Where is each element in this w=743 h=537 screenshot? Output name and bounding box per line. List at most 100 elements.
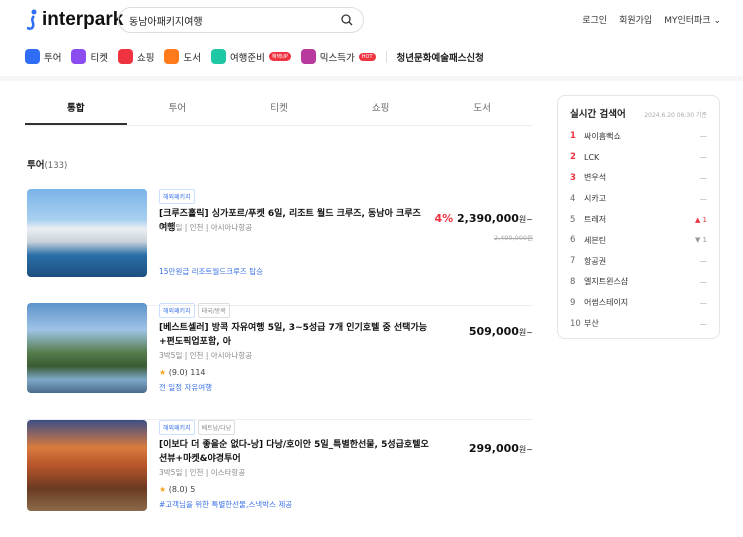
rank-number: 3 <box>570 172 576 183</box>
rank-change: — <box>700 153 707 162</box>
product-meta: 3박5일 | 인천 | 아시아나항공 <box>159 351 253 360</box>
nav-label: 쇼핑 <box>136 52 155 64</box>
rank-number: 1 <box>570 131 576 142</box>
product-meta: 3박5일 | 인천 | 이스타항공 <box>159 468 246 477</box>
book-icon <box>164 49 180 64</box>
login-link[interactable]: 로그인 <box>582 13 607 26</box>
rank-number: 6 <box>570 235 576 246</box>
panel-title: 실시간 검색어 <box>570 109 626 120</box>
search-term: 어썸스테이지 <box>584 298 629 308</box>
nav-label: 티켓 <box>90 52 108 64</box>
logo-icon <box>26 9 37 31</box>
product-image[interactable] <box>27 189 147 277</box>
hot-badge: HOT <box>358 52 376 61</box>
shopping-bag-icon <box>117 49 133 64</box>
tab-books[interactable]: 도서 <box>431 100 533 125</box>
ranking-item[interactable]: 10 부산 — <box>570 313 707 334</box>
price-value: 2,390,000 <box>456 212 519 225</box>
rating: ★ (9.0) 114 <box>159 368 206 377</box>
rank-change: — <box>700 319 707 328</box>
section-count: (133) <box>44 161 68 171</box>
nav-label: 도서 <box>183 52 201 64</box>
rank-change: — <box>700 298 707 307</box>
nav-ticket[interactable]: 티켓 <box>71 49 108 64</box>
search-box[interactable] <box>118 7 364 33</box>
price-value: 299,000 <box>468 442 519 455</box>
chevron-down-icon: ⌄ <box>713 16 721 26</box>
promo-text: #고객님을 위한 특별한선물,스낵박스 제공 <box>159 500 293 509</box>
rank-change: — <box>700 173 707 182</box>
section-title: 투어(133) <box>27 157 67 171</box>
promo-text: 15만원급 리조트월드크루즈 탑승 <box>159 267 264 276</box>
ranking-item[interactable]: 7 항공권 — <box>570 251 707 272</box>
product-image[interactable] <box>27 420 147 511</box>
signup-link[interactable]: 회원가입 <box>619 13 652 26</box>
category-tag: 해외패키지 <box>159 420 195 435</box>
rank-number: 7 <box>570 256 576 267</box>
rank-number: 9 <box>570 297 576 308</box>
ranking-item[interactable]: 3 변우석 — <box>570 168 707 189</box>
product-item[interactable]: 해외패키지 베트남/다낭 [이보다 더 좋을순 없다-낭] 다낭/호이안 5일_특… <box>27 420 533 537</box>
ranking-item[interactable]: 2 LCK — <box>570 147 707 168</box>
rank-number: 5 <box>570 214 576 225</box>
my-interpark-link[interactable]: MY인터파크 ⌄ <box>664 13 721 26</box>
logo-text: interpark <box>42 9 124 30</box>
ranking-item[interactable]: 8 엘지트윈스샵 — <box>570 272 707 293</box>
nav-mixdeal[interactable]: 믹스득가 HOT <box>300 49 376 64</box>
rank-number: 2 <box>570 152 576 163</box>
ranking-item[interactable]: 5 트레저 ▲ 1 <box>570 209 707 230</box>
ranking-item[interactable]: 4 시카고 — <box>570 188 707 209</box>
nav-travel-prep[interactable]: 여행준비 혜택UP <box>210 49 291 64</box>
panel-date: 2024.6.20 06:30 기준 <box>644 112 707 119</box>
nav-shopping[interactable]: 쇼핑 <box>117 49 155 64</box>
nav-label: 투어 <box>44 52 62 64</box>
product-item[interactable]: 해외패키지 [크루즈홀릭] 싱가포르/푸켓 6일, 리조트 월드 크루즈, 동남… <box>27 189 533 306</box>
tab-shopping[interactable]: 쇼핑 <box>330 100 432 125</box>
price-unit: 원~ <box>518 328 533 337</box>
search-term: 트레저 <box>584 215 607 225</box>
ranking-item[interactable]: 1 싸이흠뻑쇼 — <box>570 126 707 147</box>
interpark-logo[interactable]: interpark <box>25 9 123 31</box>
product-image[interactable] <box>27 303 147 393</box>
region-tag: 베트남/다낭 <box>197 420 236 435</box>
my-label: MY인터파크 <box>664 16 711 26</box>
rank-change: ▲ 1 <box>694 215 707 224</box>
product-meta: 4박6일 | 인천 | 아시아나항공 <box>159 223 253 232</box>
ranking-item[interactable]: 9 어썸스테이지 — <box>570 292 707 313</box>
tab-tour[interactable]: 투어 <box>127 100 229 125</box>
promo-text: 전 일정 자유여행 <box>159 383 213 392</box>
search-input[interactable] <box>129 14 341 26</box>
price: 4% 2,390,000원~ <box>434 212 533 225</box>
product-title[interactable]: [이보다 더 좋을순 없다-낭] 다낭/호이안 5일_특별한선물, 5성급호텔오… <box>159 438 429 466</box>
rank-change: — <box>700 277 707 286</box>
price-unit: 원~ <box>518 445 533 454</box>
rating-value: (9.0) 114 <box>168 368 206 377</box>
rank-number: 4 <box>570 193 576 204</box>
tab-all[interactable]: 통합 <box>25 100 127 125</box>
product-title[interactable]: [베스트셀러] 방콕 자유여행 5일, 3~5성급 7개 인기호텔 중 선택가능… <box>159 321 429 349</box>
nav-badge: 혜택UP <box>268 52 291 61</box>
nav-tour[interactable]: 투어 <box>25 49 61 64</box>
search-term: 시카고 <box>584 194 607 204</box>
rank-change: — <box>700 257 707 266</box>
star-icon: ★ <box>159 485 167 494</box>
tab-ticket[interactable]: 티켓 <box>228 100 330 125</box>
rating: ★ (8.0) 5 <box>159 485 195 494</box>
search-icon[interactable] <box>341 14 353 26</box>
nav-youth-pass[interactable]: 청년문화예술패스신청 <box>397 50 484 64</box>
search-term: LCK <box>584 152 600 162</box>
nav-label: 믹스득가 <box>319 52 355 64</box>
result-tabs: 통합 투어 티켓 쇼핑 도서 <box>25 100 533 126</box>
search-term: 엘지트윈스샵 <box>584 277 629 287</box>
product-item[interactable]: 해외패키지 태국/방콕 [베스트셀러] 방콕 자유여행 5일, 3~5성급 7개 … <box>27 303 533 420</box>
rank-number: 8 <box>570 276 576 287</box>
section-label: 투어 <box>27 160 45 171</box>
realtime-search-panel: 실시간 검색어 2024.6.20 06:30 기준 1 싸이흠뻑쇼 — 2 LCK — 3 변… <box>557 95 720 339</box>
rank-change: — <box>700 132 707 141</box>
ranking-item[interactable]: 6 세븐틴 ▼ 1 <box>570 230 707 251</box>
nav-books[interactable]: 도서 <box>164 49 201 64</box>
search-term: 변우석 <box>584 173 607 183</box>
luggage-icon <box>210 49 226 64</box>
divider <box>0 76 743 81</box>
rating-value: (8.0) 5 <box>168 485 196 494</box>
